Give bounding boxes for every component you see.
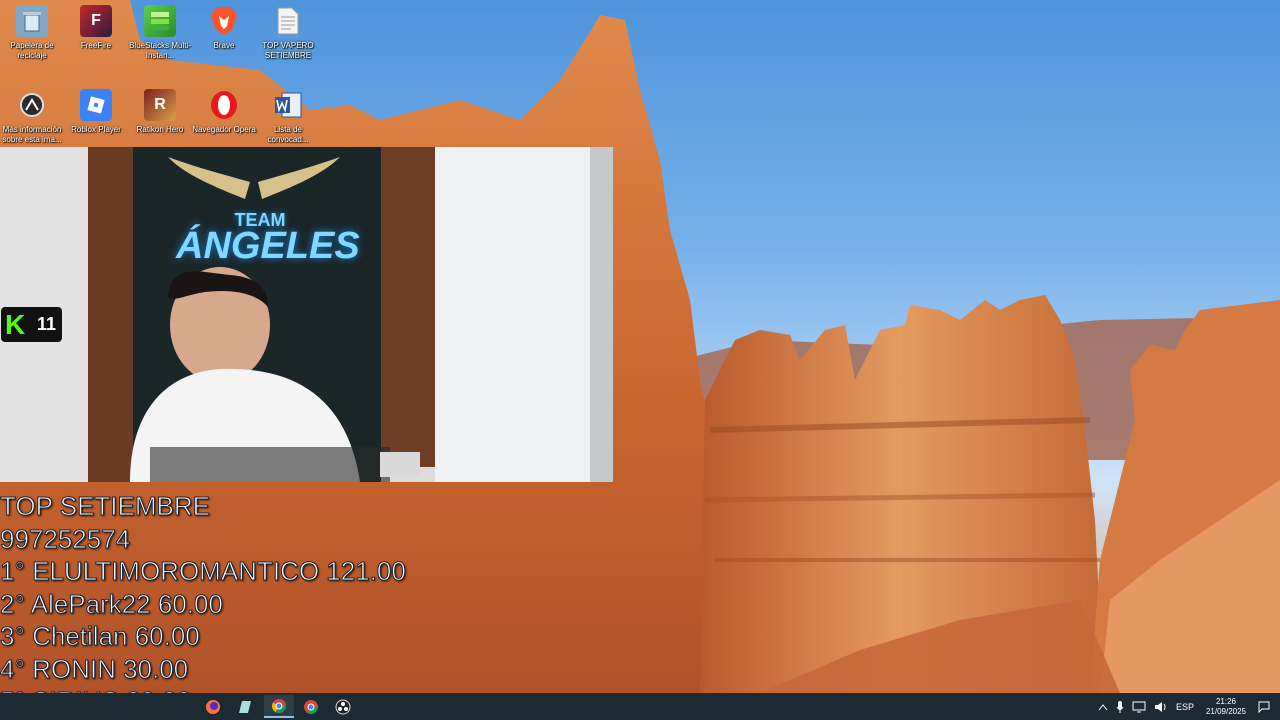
tray-language[interactable]: ESP: [1176, 702, 1194, 712]
files-icon: [239, 700, 251, 713]
firefox-icon: [206, 699, 220, 714]
webcam-overlay: TEAM ÁNGELES: [0, 147, 613, 482]
taskbar-app-files[interactable]: [230, 695, 260, 718]
ranking-entry: 5° SIRIUS 20.00: [0, 685, 406, 693]
kick-logo-icon: K: [5, 308, 26, 340]
webcam-feed: [0, 147, 613, 482]
desktop-icon-word[interactable]: Lista de convocad...: [256, 89, 320, 145]
desktop-icon-brave[interactable]: Brave: [192, 5, 256, 51]
desktop-icon-recycle-bin[interactable]: Papelera de reciclaje: [0, 5, 64, 61]
desktop-icon-game[interactable]: R Ratikon Hero: [128, 89, 192, 135]
speaker-icon: [1154, 701, 1166, 712]
desktop-icon-bluestacks[interactable]: BlueStacks Multi-Instan...: [128, 5, 192, 61]
taskbar-app-chrome[interactable]: [264, 695, 294, 718]
kick-viewer-count: 11: [37, 314, 57, 334]
ranking-entry: 3° Chetilan 60.00: [0, 621, 200, 652]
tray-microphone[interactable]: [1116, 700, 1124, 713]
spotlight-icon: [16, 89, 48, 121]
desktop-icon-opera[interactable]: Navegador Opera: [192, 89, 256, 135]
ranking-title: TOP SETIEMBRE: [0, 491, 210, 522]
desktop-icon-label: FreeFire: [80, 41, 112, 50]
desktop-icon-label: BlueStacks Multi-Instan...: [129, 41, 191, 60]
chrome-icon: [272, 698, 286, 713]
brave-icon: [208, 5, 240, 37]
desktop-icon-label: Papelera de reciclaje: [10, 41, 54, 60]
team-banner-name: ÁNGELES: [176, 225, 360, 267]
freefire-icon: F: [80, 5, 112, 37]
desktop-icon-text-file[interactable]: TOP VAPERO SETIEMBRE: [256, 5, 320, 61]
taskbar-app-firefox[interactable]: [198, 695, 228, 718]
bluestacks-icon: [144, 5, 176, 37]
word-icon: [272, 89, 304, 121]
desktop-icon-label: Más información sobre esta ima...: [2, 125, 62, 144]
donor-ranking: TOP SETIEMBRE 997252574 1° ELULTIMOROMAN…: [0, 490, 406, 693]
ranking-entry: 2° AlePark22 60.00: [0, 588, 223, 619]
tray-clock[interactable]: 21:26 21/09/2025: [1206, 697, 1246, 717]
clock-time: 21:26: [1215, 696, 1236, 706]
chrome-profile-icon: [304, 699, 318, 714]
ranking-entry: 1° ELULTIMOROMANTICO 121.00: [0, 556, 406, 587]
tray-notifications[interactable]: [1258, 701, 1270, 713]
taskbar: ESP 21:26 21/09/2025: [0, 693, 1280, 720]
opera-icon: [208, 89, 240, 121]
desktop-icon-label: Ratikon Hero: [136, 125, 184, 134]
game-icon: R: [144, 89, 176, 121]
text-file-icon: [272, 5, 304, 37]
desktop-icon-label: TOP VAPERO SETIEMBRE: [262, 41, 314, 60]
chevron-up-icon: [1098, 703, 1108, 710]
desktop[interactable]: Papelera de reciclaje F FreeFire BlueSta…: [0, 0, 1280, 693]
recycle-bin-icon: [16, 5, 48, 37]
tray-expand-button[interactable]: [1098, 703, 1108, 711]
taskbar-app-obs[interactable]: [328, 695, 358, 718]
clock-date: 21/09/2025: [1205, 706, 1246, 716]
network-icon: [1132, 701, 1146, 712]
desktop-icon-label: Roblox Player: [71, 125, 121, 134]
desktop-icon-spotlight-info[interactable]: Más información sobre esta ima...: [0, 89, 64, 145]
taskbar-app-chrome-profile[interactable]: [296, 695, 326, 718]
tray-network[interactable]: [1132, 701, 1146, 713]
desktop-icon-freefire[interactable]: F FreeFire: [64, 5, 128, 51]
tray-volume[interactable]: [1154, 701, 1168, 713]
system-tray: ESP 21:26 21/09/2025: [1094, 693, 1280, 720]
desktop-icon-roblox[interactable]: Roblox Player: [64, 89, 128, 135]
desktop-icon-label: Navegador Opera: [192, 125, 256, 134]
ranking-entry: 4° RONIN 30.00: [0, 653, 189, 684]
roblox-icon: [80, 89, 112, 121]
microphone-icon: [1116, 700, 1124, 713]
kick-viewer-badge: K 11: [1, 307, 62, 342]
ranking-phone: 997252574: [0, 523, 131, 554]
desktop-icon-label: Brave: [213, 41, 235, 50]
notification-icon: [1258, 701, 1270, 713]
obs-icon: [335, 699, 351, 714]
desktop-icon-label: Lista de convocad...: [267, 125, 309, 144]
